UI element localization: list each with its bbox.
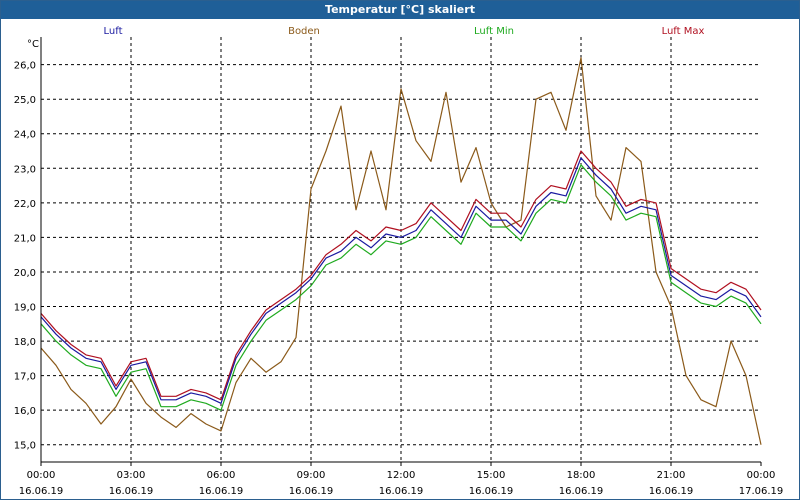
y-tick-label: 26,0 — [14, 61, 36, 72]
chart-svg: 15,0 16,0 17,0 18,0 19,0 20,0 21,0 22,0 23,0 24,0… — [14, 26, 784, 497]
x-tick-date: 16.06.19 — [559, 486, 604, 497]
chart-window: Temperatur [°C] skaliert 15,0 16,0 17,0 18,… — [0, 0, 800, 500]
y-tick-label: 17,0 — [14, 372, 36, 383]
x-tick-time: 12:00 — [387, 470, 416, 481]
legend-item-luft: Luft — [104, 26, 123, 37]
y-tick-label: 20,0 — [14, 268, 36, 279]
x-tick-time: 00:00 — [27, 470, 56, 481]
y-tick-label: 15,0 — [14, 441, 36, 452]
x-tick-date: 16.06.19 — [199, 486, 244, 497]
x-tick-time: 21:00 — [657, 470, 686, 481]
x-tick-date: 16.06.19 — [109, 486, 154, 497]
x-tick-time: 03:00 — [117, 470, 146, 481]
y-tick-label: 23,0 — [14, 164, 36, 175]
legend-item-luft-min: Luft Min — [474, 26, 514, 37]
y-tick-label: 18,0 — [14, 337, 36, 348]
x-tick-date: 17.06.19 — [739, 486, 784, 497]
x-tick-date: 16.06.19 — [289, 486, 334, 497]
y-tick-label: 22,0 — [14, 199, 36, 210]
x-tick-date: 16.06.19 — [19, 486, 64, 497]
x-tick-date: 16.06.19 — [379, 486, 424, 497]
x-tick-time: 06:00 — [207, 470, 236, 481]
x-tick-date: 16.06.19 — [649, 486, 694, 497]
legend-item-luft-max: Luft Max — [662, 26, 705, 37]
y-tick-label: 25,0 — [14, 95, 36, 106]
y-axis-unit-label: °C — [27, 39, 39, 50]
x-tick-time: 09:00 — [297, 470, 326, 481]
y-tick-label: 19,0 — [14, 303, 36, 314]
x-tick-time: 18:00 — [567, 470, 596, 481]
x-tick-time: 15:00 — [477, 470, 506, 481]
x-tick-date: 16.06.19 — [469, 486, 514, 497]
y-tick-label: 16,0 — [14, 406, 36, 417]
y-tick-label: 24,0 — [14, 130, 36, 141]
legend-item-boden: Boden — [288, 26, 320, 37]
x-tick-time: 00:00 — [747, 470, 776, 481]
y-tick-label: 21,0 — [14, 233, 36, 244]
